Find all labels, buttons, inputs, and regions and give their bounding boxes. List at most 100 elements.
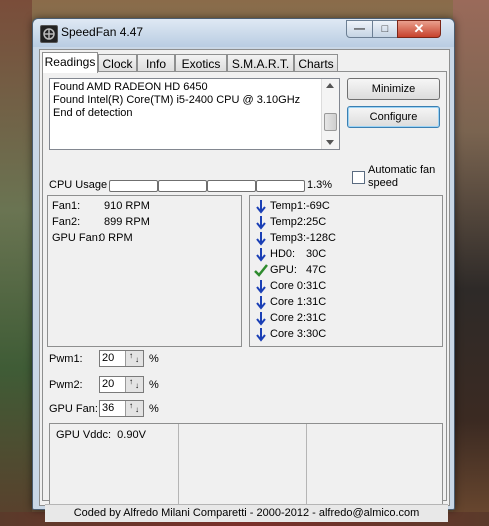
pwm1-stepper[interactable]: 20 ↑ ↓ xyxy=(99,350,144,367)
scroll-down-icon[interactable] xyxy=(326,140,334,145)
temp-label: Temp3: xyxy=(270,232,307,244)
pwm2-value[interactable]: 20 xyxy=(102,378,114,390)
maximize-icon: □ xyxy=(381,23,389,35)
voltages-box: GPU Vddc: 0.90V xyxy=(49,423,443,515)
cpu-usage-bar xyxy=(256,180,305,192)
arrow-down-icon xyxy=(256,248,266,262)
spin-up-icon[interactable]: ↑ xyxy=(129,402,133,410)
temp-value: 31C xyxy=(306,280,327,292)
spin-up-icon[interactable]: ↑ xyxy=(129,378,133,386)
cpu-usage-bar xyxy=(207,180,256,192)
voltage-row: GPU Vddc: 0.90V xyxy=(56,429,146,441)
temp-value: 47C xyxy=(306,264,327,276)
pwm2-stepper[interactable]: 20 ↑ ↓ xyxy=(99,376,144,393)
status-bar: Coded by Alfredo Milani Comparetti - 200… xyxy=(45,504,448,522)
speedfan-window: SpeedFan 4.47 — □ ✕ Readings Clock Info … xyxy=(32,18,455,522)
scroll-thumb[interactable] xyxy=(324,113,337,131)
spin-down-icon[interactable]: ↓ xyxy=(135,382,139,390)
arrow-down-icon xyxy=(256,296,266,310)
pwm1-unit: % xyxy=(149,353,159,365)
pwm1-label: Pwm1: xyxy=(49,353,83,365)
fan-value: 0 RPM xyxy=(99,232,133,244)
tab-exotics[interactable]: Exotics xyxy=(175,54,227,72)
arrow-down-icon xyxy=(256,216,266,230)
temp-label: GPU: xyxy=(270,264,297,276)
temp-label: Core 2: xyxy=(270,312,307,324)
maximize-window-button[interactable]: □ xyxy=(372,20,398,38)
temp-value: 31C xyxy=(306,296,327,308)
tab-smart[interactable]: S.M.A.R.T. xyxy=(227,54,294,72)
fan-value: 910 RPM xyxy=(104,200,150,212)
temp-label: Temp1: xyxy=(270,200,307,212)
cpu-usage-label: CPU Usage xyxy=(49,179,108,191)
minimize-window-button[interactable]: — xyxy=(346,20,373,38)
gpu-fan-value[interactable]: 36 xyxy=(102,402,114,414)
temp-value: 30C xyxy=(306,328,327,340)
temp-value: 25C xyxy=(306,216,327,228)
temp-label: Core 1: xyxy=(270,296,307,308)
log-scrollbar[interactable] xyxy=(321,79,339,149)
pwm1-value[interactable]: 20 xyxy=(102,352,114,364)
temperatures-box: Temp1: -69C Temp2: 25C Temp3: -128C HD0: 30C… xyxy=(249,195,443,347)
pwm2-label: Pwm2: xyxy=(49,379,83,391)
minimize-button[interactable]: Minimize xyxy=(347,78,440,100)
temp-value: 30C xyxy=(306,248,327,260)
arrow-down-icon xyxy=(256,200,266,214)
automatic-fan-speed-checkbox[interactable] xyxy=(352,171,365,184)
temp-value: 31C xyxy=(306,312,327,324)
pwm2-spin-buttons[interactable]: ↑ ↓ xyxy=(125,377,143,392)
tab-info[interactable]: Info xyxy=(137,54,175,72)
automatic-fan-speed-label: Automatic fan speed xyxy=(368,164,436,189)
fan-row: Fan1: 910 RPM xyxy=(52,198,150,214)
gpu-fan-pwm-label: GPU Fan: xyxy=(49,403,98,415)
voltage-label: GPU Vddc: xyxy=(56,429,112,441)
configure-button[interactable]: Configure xyxy=(347,106,440,128)
fan-label: Fan1: xyxy=(52,200,81,212)
cpu-usage-percent: 1.3% xyxy=(307,179,333,191)
fan-label: GPU Fan: xyxy=(52,232,101,244)
detection-log[interactable]: Found AMD RADEON HD 6450 Found Intel(R) … xyxy=(49,78,340,150)
fan-row: GPU Fan:0 RPM xyxy=(52,230,133,246)
voltage-column xyxy=(306,424,442,512)
fan-value: 899 RPM xyxy=(104,216,150,228)
temp-label: Core 0: xyxy=(270,280,307,292)
temp-value: -128C xyxy=(306,232,336,244)
desktop-background-left xyxy=(0,0,32,526)
pwm1-spin-buttons[interactable]: ↑ ↓ xyxy=(125,351,143,366)
minimize-icon: — xyxy=(354,23,365,35)
speedfan-app-icon xyxy=(40,25,58,43)
spin-down-icon[interactable]: ↓ xyxy=(135,406,139,414)
check-icon xyxy=(254,264,268,277)
close-icon: ✕ xyxy=(413,21,425,36)
tab-readings[interactable]: Readings xyxy=(42,52,98,73)
log-line: Found Intel(R) Core(TM) i5-2400 CPU @ 3.… xyxy=(53,94,301,106)
temp-label: HD0: xyxy=(270,248,296,260)
log-line: Found AMD RADEON HD 6450 xyxy=(53,81,208,93)
gpu-fan-unit: % xyxy=(149,403,159,415)
voltage-column: GPU Vddc: 0.90V xyxy=(50,424,177,512)
arrow-down-icon xyxy=(256,232,266,246)
close-window-button[interactable]: ✕ xyxy=(397,20,441,38)
title-bar[interactable]: SpeedFan 4.47 — □ ✕ xyxy=(33,19,454,47)
temp-label: Temp2: xyxy=(270,216,307,228)
arrow-down-icon xyxy=(256,328,266,342)
window-title: SpeedFan 4.47 xyxy=(61,25,144,39)
log-line: End of detection xyxy=(53,107,133,119)
arrow-down-icon xyxy=(256,280,266,294)
spin-down-icon[interactable]: ↓ xyxy=(135,356,139,364)
voltage-column xyxy=(178,424,306,512)
pwm2-unit: % xyxy=(149,379,159,391)
log-text: Found AMD RADEON HD 6450 Found Intel(R) … xyxy=(53,81,321,120)
gpu-fan-stepper[interactable]: 36 ↑ ↓ xyxy=(99,400,144,417)
cpu-usage-bar xyxy=(109,180,158,192)
temp-value: -69C xyxy=(306,200,330,212)
gpu-fan-spin-buttons[interactable]: ↑ ↓ xyxy=(125,401,143,416)
scroll-up-icon[interactable] xyxy=(326,83,334,88)
tab-charts[interactable]: Charts xyxy=(294,54,338,72)
fan-label: Fan2: xyxy=(52,216,81,228)
readings-panel: Found AMD RADEON HD 6450 Found Intel(R) … xyxy=(42,71,448,522)
fan-speeds-box: Fan1: 910 RPM Fan2: 899 RPM GPU Fan:0 RPM xyxy=(47,195,242,347)
tab-clock[interactable]: Clock xyxy=(98,54,137,72)
fan-row: Fan2: 899 RPM xyxy=(52,214,150,230)
spin-up-icon[interactable]: ↑ xyxy=(129,352,133,360)
